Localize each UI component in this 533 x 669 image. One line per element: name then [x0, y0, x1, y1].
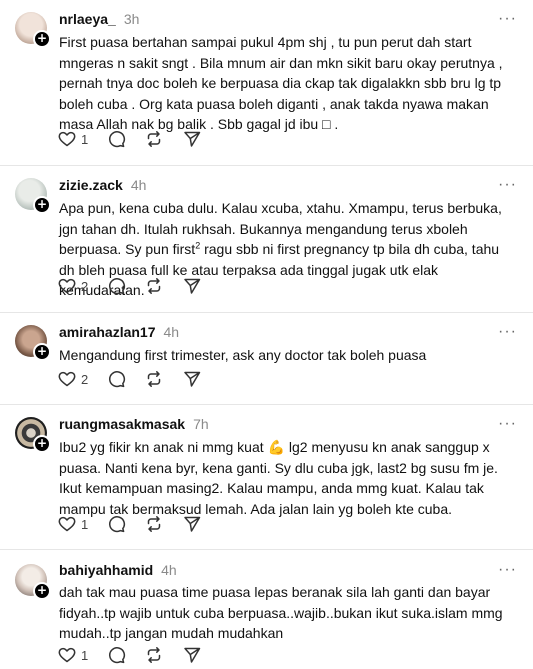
plus-icon[interactable]: +	[33, 196, 51, 214]
timestamp: 4h	[163, 324, 180, 340]
post: + bahiyahhamid 4h ··· dah tak mau puasa t…	[0, 550, 533, 669]
more-icon[interactable]: ···	[498, 562, 517, 578]
heart-icon	[57, 514, 77, 534]
post-actions: 2	[57, 368, 220, 390]
like-count: 2	[81, 371, 89, 387]
heart-icon	[57, 645, 77, 665]
reply-button[interactable]	[106, 645, 126, 665]
send-icon	[182, 645, 202, 665]
post-actions: 1	[57, 513, 220, 535]
like-button[interactable]: 1	[57, 514, 88, 534]
share-button[interactable]	[182, 514, 202, 534]
comment-icon	[106, 369, 126, 389]
username[interactable]: zizie.zack	[59, 177, 123, 193]
comment-icon	[106, 276, 126, 296]
reply-feed: + nrlaeya_ 3h ··· First puasa bertahan sa…	[0, 0, 533, 669]
send-icon	[182, 369, 202, 389]
more-icon[interactable]: ···	[498, 177, 517, 193]
reply-button[interactable]	[106, 514, 126, 534]
post-actions: 1	[57, 644, 220, 666]
like-button[interactable]: 1	[57, 129, 88, 149]
post: + amirahazlan17 4h ··· Mengandung first t…	[0, 313, 533, 405]
repost-icon	[144, 369, 164, 389]
send-icon	[182, 129, 202, 149]
avatar[interactable]: +	[15, 178, 51, 214]
reply-button[interactable]	[106, 369, 126, 389]
comment-icon	[106, 129, 126, 149]
send-icon	[182, 276, 202, 296]
timestamp: 7h	[193, 416, 209, 432]
post: + nrlaeya_ 3h ··· First puasa bertahan sa…	[0, 0, 533, 166]
avatar[interactable]: +	[15, 12, 51, 48]
like-button[interactable]: 1	[57, 645, 88, 665]
more-icon[interactable]: ···	[498, 324, 517, 340]
comment-icon	[106, 514, 126, 534]
share-button[interactable]	[182, 369, 202, 389]
like-count: 1	[81, 131, 89, 147]
post-text: Mengandung first trimester, ask any doct…	[59, 347, 427, 363]
repost-icon	[144, 129, 164, 149]
like-count: 1	[81, 516, 89, 532]
like-count: 1	[81, 647, 89, 663]
username[interactable]: ruangmasakmasak	[59, 416, 185, 432]
repost-icon	[144, 645, 164, 665]
plus-icon[interactable]: +	[33, 582, 51, 600]
reply-button[interactable]	[106, 276, 126, 296]
reply-button[interactable]	[106, 129, 126, 149]
repost-icon	[144, 276, 164, 296]
like-button[interactable]: 2	[57, 276, 88, 296]
flexed-biceps-emoji: 💪	[267, 439, 285, 455]
post-actions: 1	[57, 128, 220, 150]
post-text: First puasa bertahan sampai pukul 4pm sh…	[59, 34, 503, 132]
share-button[interactable]	[182, 645, 202, 665]
share-button[interactable]	[182, 276, 202, 296]
post-actions: 2	[57, 275, 220, 297]
timestamp: 3h	[123, 11, 140, 27]
comment-icon	[106, 645, 126, 665]
repost-button[interactable]	[144, 369, 164, 389]
timestamp: 4h	[161, 562, 177, 578]
post: + ruangmasakmasak 7h ··· Ibu2 yg fikir kn…	[0, 405, 533, 550]
repost-button[interactable]	[144, 276, 164, 296]
heart-icon	[57, 129, 77, 149]
post-text: Ibu2 yg fikir kn anak ni mmg kuat 💪 lg2 …	[59, 437, 511, 519]
plus-icon[interactable]: +	[33, 30, 51, 48]
repost-button[interactable]	[144, 129, 164, 149]
plus-icon[interactable]: +	[33, 435, 51, 453]
repost-icon	[144, 514, 164, 534]
send-icon	[182, 514, 202, 534]
avatar[interactable]: +	[15, 417, 51, 453]
more-icon[interactable]: ···	[498, 11, 517, 27]
more-icon[interactable]: ···	[498, 416, 517, 432]
share-button[interactable]	[182, 129, 202, 149]
heart-icon	[57, 369, 77, 389]
username[interactable]: nrlaeya_	[59, 11, 116, 27]
plus-icon[interactable]: +	[33, 343, 51, 361]
post-text-part: Ibu2 yg fikir kn anak ni mmg kuat	[59, 439, 268, 455]
avatar[interactable]: +	[15, 325, 51, 361]
post-text: dah tak mau puasa time puasa lepas beran…	[59, 584, 503, 641]
post: + zizie.zack 4h ··· Apa pun, kena cuba du…	[0, 166, 533, 313]
repost-button[interactable]	[144, 645, 164, 665]
username[interactable]: amirahazlan17	[59, 324, 156, 340]
avatar[interactable]: +	[15, 564, 51, 600]
repost-button[interactable]	[144, 514, 164, 534]
like-button[interactable]: 2	[57, 369, 88, 389]
heart-icon	[57, 276, 77, 296]
timestamp: 4h	[130, 177, 147, 193]
like-count: 2	[81, 278, 89, 294]
username[interactable]: bahiyahhamid	[59, 562, 153, 578]
